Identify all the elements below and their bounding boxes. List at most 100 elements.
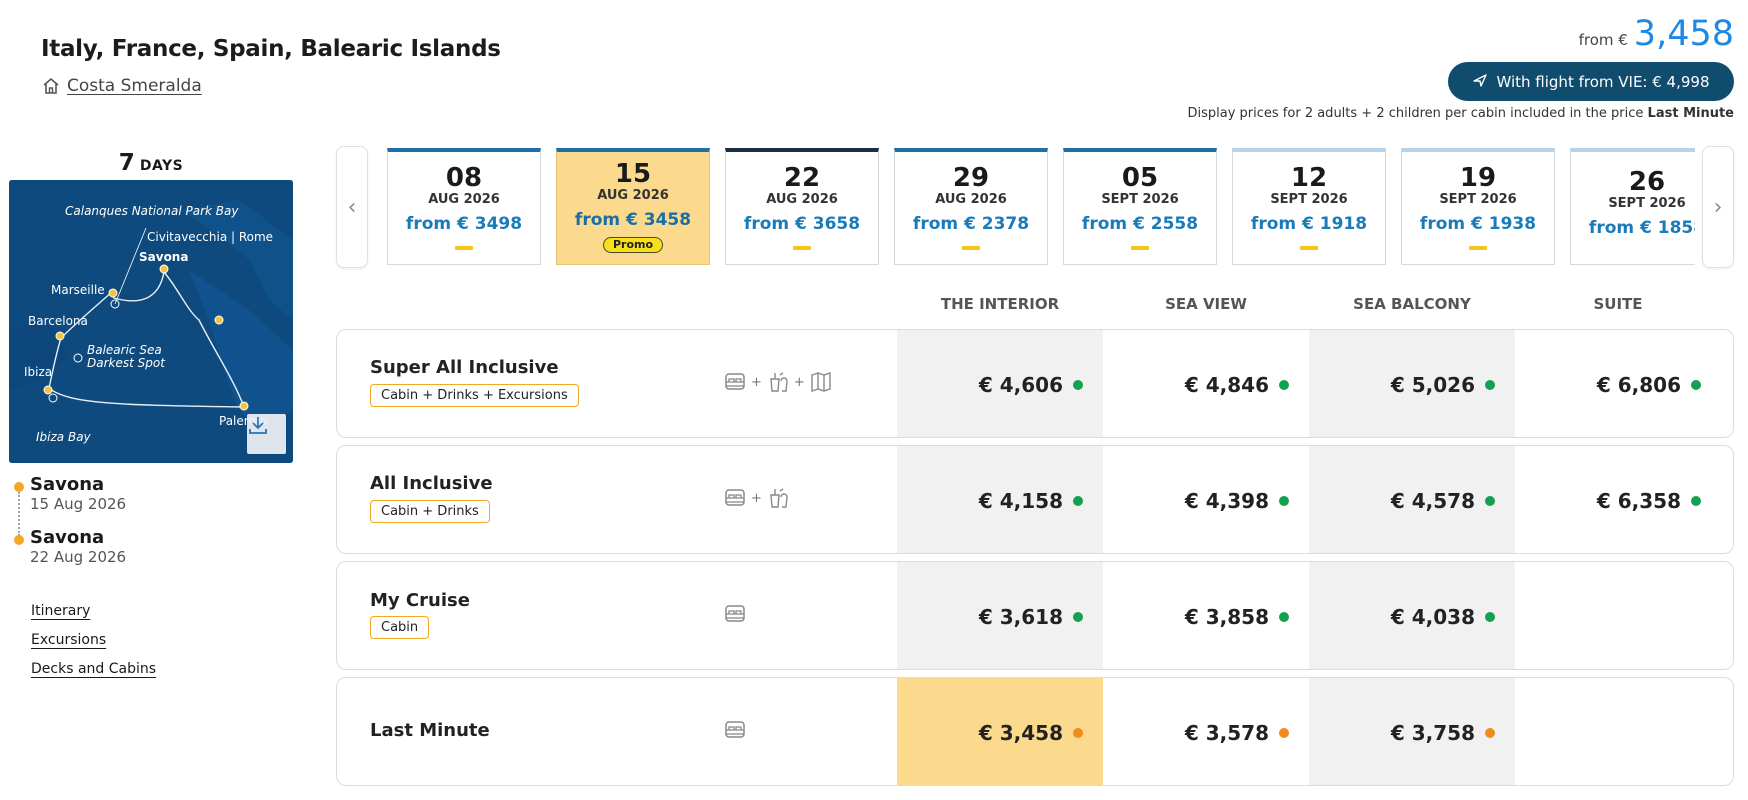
chevron-left-icon: ‹ xyxy=(347,194,357,220)
availability-dot xyxy=(1073,495,1083,506)
date-card[interactable]: 19 SEPT 2026 from € 1938 xyxy=(1401,148,1555,265)
date-month: SEPT 2026 xyxy=(1439,192,1517,207)
date-month: SEPT 2026 xyxy=(1608,196,1686,211)
flight-button[interactable]: With flight from VIE: € 4,998 xyxy=(1448,62,1734,101)
date-month: AUG 2026 xyxy=(766,192,838,207)
date-card[interactable]: 26 SEPT 2026 from € 1858 xyxy=(1570,148,1695,265)
package-icons: + + xyxy=(723,370,833,394)
itinerary-map[interactable]: Calanques National Park Bay Civitavecchi… xyxy=(9,180,293,463)
price-cell-suite[interactable]: € 6,358 xyxy=(1515,446,1721,553)
map-download-button[interactable] xyxy=(247,414,286,454)
date-card[interactable]: 05 SEPT 2026 from € 2558 xyxy=(1063,148,1217,265)
promo-badge: Promo xyxy=(602,237,664,253)
cruise-title: Italy, France, Spain, Balearic Islands xyxy=(41,36,501,62)
package-icons xyxy=(723,602,747,626)
date-day: 26 xyxy=(1628,167,1666,197)
carousel-prev-button[interactable]: ‹ xyxy=(336,146,368,268)
price-cell-interior[interactable]: € 4,606 xyxy=(897,330,1103,437)
availability-dot xyxy=(1485,379,1495,390)
availability-dot xyxy=(1485,495,1495,506)
duration: 7 DAYS xyxy=(9,150,293,176)
price-cell-sea-view[interactable]: € 4,398 xyxy=(1103,446,1309,553)
date-card-selected[interactable]: 15 AUG 2026 from € 3458 Promo xyxy=(556,148,710,265)
date-price: from € 3498 xyxy=(405,214,523,234)
availability-dot xyxy=(1279,727,1289,738)
price-value: € 4,578 xyxy=(1390,488,1475,513)
date-day: 29 xyxy=(952,163,990,193)
date-indicator xyxy=(962,246,980,250)
availability-dot xyxy=(1691,495,1701,506)
price-value: € 3,458 xyxy=(978,720,1063,745)
package-row-super-all-inclusive: Super All Inclusive Cabin + Drinks + Exc… xyxy=(336,329,1734,438)
column-sea-view: SEA VIEW xyxy=(1165,295,1247,313)
price-cell-interior[interactable]: € 3,618 xyxy=(897,562,1103,669)
stop-dot-end xyxy=(14,535,24,545)
date-indicator xyxy=(1131,246,1149,250)
date-card[interactable]: 29 AUG 2026 from € 2378 xyxy=(894,148,1048,265)
carousel-next-button[interactable]: › xyxy=(1702,146,1734,268)
package-row-my-cruise: My Cruise Cabin € 3,618 € 3,858 € 4,038 xyxy=(336,561,1734,670)
bed-icon xyxy=(723,718,747,742)
itinerary-link[interactable]: Itinerary xyxy=(31,603,90,619)
decks-cabins-link[interactable]: Decks and Cabins xyxy=(31,661,156,677)
availability-dot xyxy=(1279,611,1289,622)
price-cell-sea-view[interactable]: € 4,846 xyxy=(1103,330,1309,437)
plane-icon xyxy=(1472,72,1488,92)
price-cell-sea-balcony[interactable]: € 5,026 xyxy=(1309,330,1515,437)
date-indicator xyxy=(1300,246,1318,250)
package-tag: Cabin xyxy=(370,616,430,639)
price-cell-suite[interactable]: € 6,806 xyxy=(1515,330,1721,437)
map-label-balearic: Balearic Sea xyxy=(87,343,162,357)
price-cell-interior[interactable]: € 4,158 xyxy=(897,446,1103,553)
map-label-ibiza-bay: Ibiza Bay xyxy=(36,430,91,444)
date-price: from € 3658 xyxy=(743,214,861,234)
price-cell-sea-balcony[interactable]: € 3,758 xyxy=(1309,678,1515,785)
availability-dot xyxy=(1279,495,1289,506)
price-cell-sea-balcony[interactable]: € 4,578 xyxy=(1309,446,1515,553)
map-label-ibiza: Ibiza xyxy=(24,365,53,379)
package-name: All Inclusive xyxy=(370,473,493,494)
stop-date: 22 Aug 2026 xyxy=(30,548,127,566)
price-value: € 6,358 xyxy=(1596,488,1681,513)
display-note-text: Display prices for 2 adults + 2 children… xyxy=(1187,106,1644,121)
bed-icon xyxy=(723,486,747,510)
package-tag: Cabin + Drinks + Excursions xyxy=(370,384,579,407)
bed-icon xyxy=(723,602,747,626)
availability-dot xyxy=(1691,379,1701,390)
date-card[interactable]: 22 AUG 2026 from € 3658 xyxy=(725,148,879,265)
price-value: € 4,606 xyxy=(978,372,1063,397)
price-value: € 3,578 xyxy=(1184,720,1269,745)
drinks-icon xyxy=(766,486,790,510)
price-cell-sea-view[interactable]: € 3,858 xyxy=(1103,562,1309,669)
package-name: Super All Inclusive xyxy=(370,357,559,378)
price-value: € 3,858 xyxy=(1184,604,1269,629)
date-carousel: 08 AUG 2026 from € 3498 15 AUG 2026 from… xyxy=(372,146,1695,266)
days-unit: DAYS xyxy=(139,158,184,174)
column-sea-balcony: SEA BALCONY xyxy=(1353,295,1471,313)
package-tag: Cabin + Drinks xyxy=(370,500,490,523)
map-label-barcelona: Barcelona xyxy=(28,314,88,328)
price-value: € 4,038 xyxy=(1390,604,1475,629)
date-day: 15 xyxy=(614,159,652,189)
map-label-savona: Savona xyxy=(139,250,189,264)
price-cell-interior-selected[interactable]: € 3,458 xyxy=(897,678,1103,785)
price-cell-sea-balcony[interactable]: € 4,038 xyxy=(1309,562,1515,669)
date-card[interactable]: 08 AUG 2026 from € 3498 xyxy=(387,148,541,265)
chevron-right-icon: › xyxy=(1713,194,1723,220)
price-cell-sea-view[interactable]: € 3,578 xyxy=(1103,678,1309,785)
price-value: € 4,398 xyxy=(1184,488,1269,513)
availability-dot xyxy=(1073,611,1083,622)
stop-connector xyxy=(18,492,20,536)
excursions-link[interactable]: Excursions xyxy=(31,632,106,648)
date-price: from € 2558 xyxy=(1081,214,1199,234)
map-label-marseille: Marseille xyxy=(51,283,105,297)
ship-link[interactable]: Costa Smeralda xyxy=(41,76,202,96)
stop-port: Savona xyxy=(30,527,105,548)
availability-dot xyxy=(1485,611,1495,622)
date-card[interactable]: 12 SEPT 2026 from € 1918 xyxy=(1232,148,1386,265)
package-icons: + xyxy=(723,486,790,510)
map-icon xyxy=(809,370,833,394)
date-price: from € 2378 xyxy=(912,214,1030,234)
price-prefix: from € xyxy=(1578,31,1628,49)
column-suite: SUITE xyxy=(1593,295,1643,313)
